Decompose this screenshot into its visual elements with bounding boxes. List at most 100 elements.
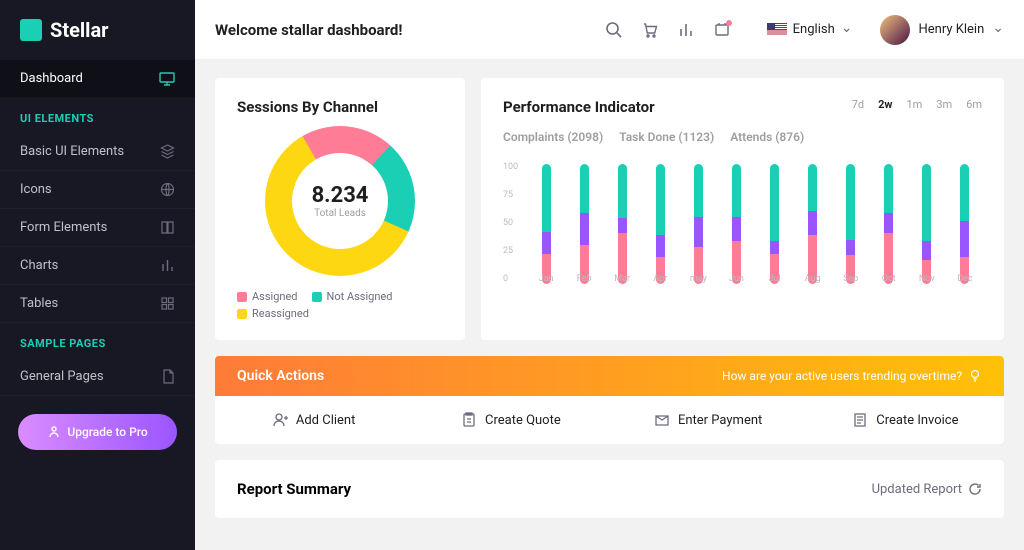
perf-subheader: Complaints (2098)Task Done (1123)Attends… [503, 130, 982, 144]
sidebar-item-label: Tables [20, 296, 58, 311]
qa-label: Add Client [296, 413, 355, 428]
sidebar-item-label: Form Elements [20, 220, 107, 235]
sidebar-item-icons[interactable]: Icons [0, 171, 195, 209]
cart-icon[interactable] [639, 19, 661, 41]
main: Welcome stallar dashboard! English Henry… [195, 0, 1024, 550]
brand-logo[interactable]: Stellar [0, 0, 195, 60]
bar [694, 164, 703, 284]
legend-label: Assigned [252, 290, 298, 303]
bar-label: Oct [882, 274, 896, 284]
legend-label: Not Assigned [327, 290, 393, 303]
sidebar-item-general[interactable]: General Pages [0, 358, 195, 396]
quick-actions-hint: How are your active users trending overt… [722, 369, 982, 383]
globe-icon [160, 182, 175, 197]
language-selector[interactable]: English [767, 22, 853, 38]
us-flag-icon [767, 23, 787, 36]
qa-icon [852, 412, 868, 428]
donut-center: 8.234 Total Leads [292, 153, 388, 249]
sidebar-item-label: Charts [20, 258, 58, 273]
sidebar-item-label: Basic UI Elements [20, 144, 124, 159]
bar-label: Nov [919, 274, 935, 284]
bar-label: Apr [653, 274, 667, 284]
sidebar-item-charts[interactable]: Charts [0, 247, 195, 285]
sidebar-item-label: General Pages [20, 369, 104, 384]
updated-report-button[interactable]: Updated Report [872, 482, 982, 497]
bar [884, 164, 893, 284]
bar [580, 164, 589, 284]
user-menu[interactable]: Henry Klein [880, 15, 1004, 45]
donut-legend: Assigned Not Assigned Reassigned [237, 290, 443, 320]
crown-icon [47, 426, 61, 438]
bar [618, 164, 627, 284]
bar-label: Mar [614, 274, 630, 284]
range-7d[interactable]: 7d [852, 98, 864, 111]
sidebar-item-form[interactable]: Form Elements [0, 209, 195, 247]
bar-label: Jul [768, 274, 780, 284]
legend-label: Reassigned [252, 307, 309, 320]
donut-value: 8.234 [312, 183, 369, 208]
bar [732, 164, 741, 284]
sidebar-item-label: Dashboard [20, 71, 83, 86]
upgrade-button[interactable]: Upgrade to Pro [18, 414, 177, 450]
brand-name: Stellar [50, 18, 109, 42]
bars-icon [160, 258, 175, 273]
legend-swatch [312, 292, 322, 302]
quick-actions: Quick Actions How are your active users … [215, 356, 1004, 444]
legend-item: Reassigned [237, 307, 309, 320]
search-icon[interactable] [603, 19, 625, 41]
bar-label: Dec [957, 274, 972, 284]
stats-icon[interactable] [675, 19, 697, 41]
upgrade-label: Upgrade to Pro [67, 425, 147, 439]
bar [808, 164, 817, 284]
range-3m[interactable]: 3m [936, 98, 952, 111]
range-2w[interactable]: 2w [878, 98, 892, 111]
sessions-title: Sessions By Channel [237, 98, 443, 116]
report-summary-card: Report Summary Updated Report [215, 460, 1004, 518]
perf-bars: 1007550250 JanFebMarAprmayJunJulAugSepOc… [529, 162, 982, 302]
bar [542, 164, 551, 284]
qa-label: Enter Payment [678, 413, 762, 428]
bar [656, 164, 665, 284]
chevron-down-icon [841, 22, 853, 38]
updated-label: Updated Report [872, 482, 962, 497]
bar-label: Feb [577, 274, 592, 284]
file-icon [162, 369, 175, 384]
qa-icon [461, 412, 477, 428]
sidebar-item-tables[interactable]: Tables [0, 285, 195, 323]
donut-chart: 8.234 Total Leads [265, 126, 415, 276]
quick-actions-body: Add Client Create Quote Enter Payment Creat… [215, 396, 1004, 444]
sidebar-item-label: Icons [20, 182, 52, 197]
bar [960, 164, 969, 284]
bar [846, 164, 855, 284]
bar-label: Aug [805, 274, 821, 284]
nav-header-sample: SAMPLE PAGES [0, 323, 195, 358]
sidebar-item-dashboard[interactable]: Dashboard [0, 60, 195, 98]
range-1m[interactable]: 1m [906, 98, 922, 111]
summary-title: Report Summary [237, 480, 351, 498]
nav-header-ui: UI ELEMENTS [0, 98, 195, 133]
legend-swatch [237, 292, 247, 302]
notification-icon[interactable] [711, 19, 733, 41]
layers-icon [160, 144, 175, 159]
bar-label: Jun [729, 274, 744, 284]
bar-label: Jan [539, 274, 554, 284]
nav-list: Dashboard UI ELEMENTS Basic UI Elements … [0, 60, 195, 396]
hint-text: How are your active users trending overt… [722, 369, 962, 383]
legend-item: Assigned [237, 290, 298, 303]
quick-action-add-client[interactable]: Add Client [215, 396, 412, 444]
quick-action-enter-payment[interactable]: Enter Payment [610, 396, 807, 444]
topbar: Welcome stallar dashboard! English Henry… [195, 0, 1024, 60]
logo-icon [20, 19, 42, 41]
qa-label: Create Quote [485, 413, 561, 428]
sidebar-item-basic-ui[interactable]: Basic UI Elements [0, 133, 195, 171]
quick-actions-title: Quick Actions [237, 368, 324, 384]
range-6m[interactable]: 6m [966, 98, 982, 111]
content: Sessions By Channel 8.234 Total Leads As… [195, 60, 1024, 550]
grid-icon [160, 296, 175, 311]
perf-metric: Complaints (2098) [503, 130, 603, 144]
quick-action-create-invoice[interactable]: Create Invoice [807, 396, 1004, 444]
monitor-icon [159, 72, 175, 86]
donut-label: Total Leads [314, 208, 366, 219]
sidebar: Stellar Dashboard UI ELEMENTS Basic UI E… [0, 0, 195, 550]
quick-action-create-quote[interactable]: Create Quote [412, 396, 609, 444]
